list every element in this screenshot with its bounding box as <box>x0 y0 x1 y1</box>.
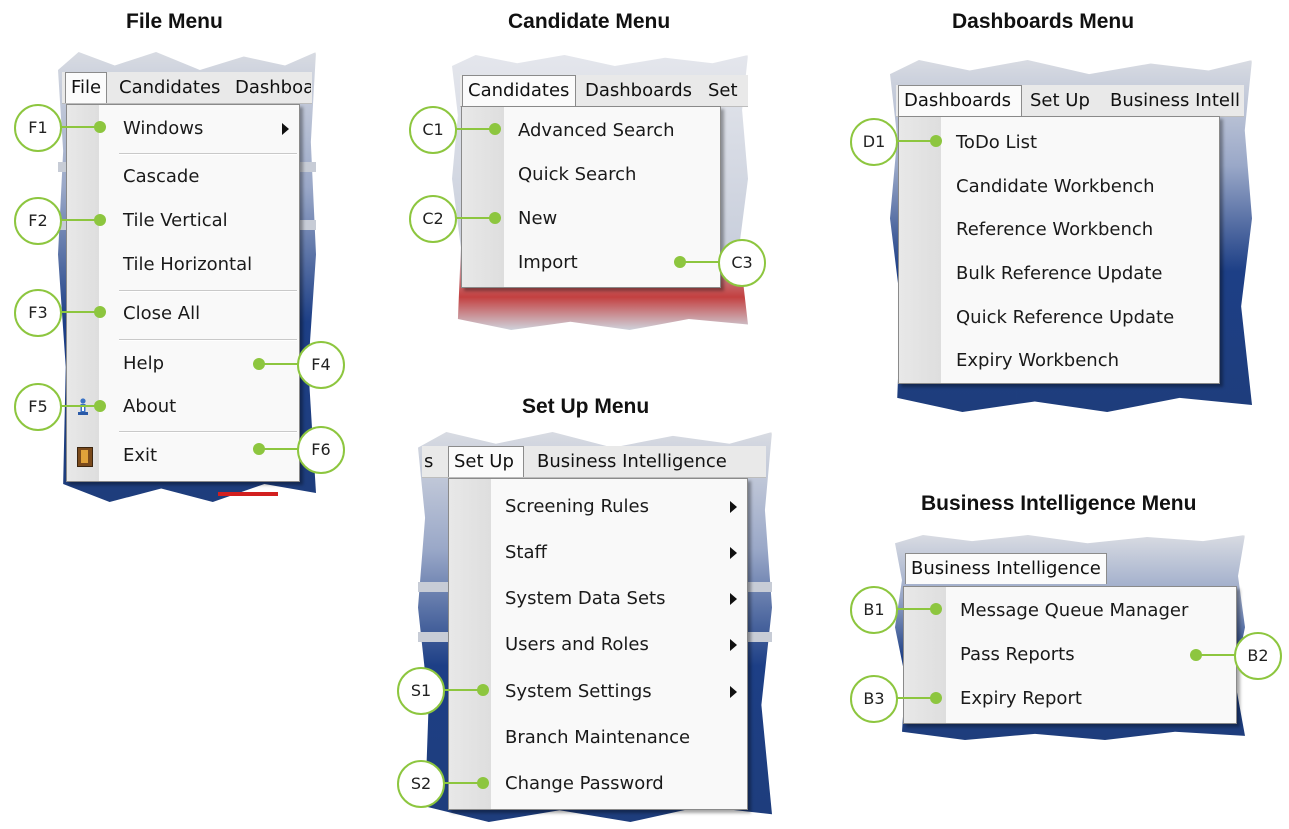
menu-item-label: System Data Sets <box>505 588 666 609</box>
menu-bar: Candidates Dashboards Set <box>460 75 748 107</box>
menu-candidates[interactable]: Candidates <box>462 75 576 106</box>
menu-item-label: Close All <box>123 303 201 324</box>
menu-item-todo-list[interactable]: ToDo List <box>899 121 1219 165</box>
file-dropdown: Windows Cascade Tile Vertical Tile Horiz… <box>66 104 300 482</box>
menu-item-system-settings[interactable]: System Settings <box>449 670 747 714</box>
menu-item-advanced-search[interactable]: Advanced Search <box>462 109 720 153</box>
dashboards-menu-heading: Dashboards Menu <box>952 10 1135 33</box>
separator <box>119 290 297 292</box>
menu-item-label: Help <box>123 353 165 374</box>
menu-item-label: Screening Rules <box>505 496 649 517</box>
menu-item-bulk-reference-update[interactable]: Bulk Reference Update <box>899 252 1219 296</box>
menu-item-staff[interactable]: Staff <box>449 531 747 575</box>
menu-bar: File Candidates Dashboa <box>62 72 312 104</box>
candidate-menu-heading: Candidate Menu <box>508 10 671 33</box>
exit-door-icon <box>77 447 93 467</box>
menu-item-reference-workbench[interactable]: Reference Workbench <box>899 208 1219 252</box>
menu-item-label: Change Password <box>505 773 664 794</box>
menu-item-label: Expiry Report <box>960 688 1082 709</box>
dashboards-dropdown: ToDo List Candidate Workbench Reference … <box>898 116 1220 384</box>
menu-item-label: Tile Vertical <box>123 210 228 231</box>
submenu-arrow-icon <box>730 547 737 559</box>
menu-bar: Business Intelligence <box>903 553 1237 584</box>
menu-setup[interactable]: Set <box>708 75 748 106</box>
menu-dashboards[interactable]: Dashboa <box>235 72 311 103</box>
menu-item-label: Import <box>518 252 578 273</box>
menu-item-label: Quick Search <box>518 164 637 185</box>
menu-item-exit[interactable]: Exit <box>67 434 299 478</box>
menu-bar: s Set Up Business Intelligence <box>422 446 766 478</box>
menu-file[interactable]: File <box>65 72 107 103</box>
menu-item-expiry-workbench[interactable]: Expiry Workbench <box>899 339 1219 383</box>
menu-item-label: Windows <box>123 118 204 139</box>
menu-item-label: Pass Reports <box>960 644 1075 665</box>
menu-item-change-password[interactable]: Change Password <box>449 762 747 806</box>
menu-item-label: Quick Reference Update <box>956 307 1175 328</box>
menu-item-label: System Settings <box>505 681 652 702</box>
setup-dropdown: Screening Rules Staff System Data Sets U… <box>448 478 748 810</box>
menu-setup[interactable]: Set Up <box>448 446 524 477</box>
menu-business-intelligence[interactable]: Business Intelligence <box>905 553 1107 584</box>
menu-item-branch-maintenance[interactable]: Branch Maintenance <box>449 716 747 760</box>
submenu-arrow-icon <box>730 501 737 513</box>
menu-item-label: Expiry Workbench <box>956 350 1120 371</box>
menu-item-label: New <box>518 208 558 229</box>
menu-item-label: Staff <box>505 542 547 563</box>
menu-item-label: Exit <box>123 445 158 466</box>
menu-item-label: Bulk Reference Update <box>956 263 1163 284</box>
bi-menu-heading: Business Intelligence Menu <box>921 492 1197 515</box>
menu-business-intelligence[interactable]: Business Intelligence <box>537 446 757 477</box>
separator <box>119 431 297 433</box>
menu-business-intelligence[interactable]: Business Intelli <box>1110 85 1240 116</box>
submenu-arrow-icon <box>730 686 737 698</box>
menu-item-pass-reports[interactable]: Pass Reports <box>904 633 1236 677</box>
menu-item-label: Message Queue Manager <box>960 600 1189 621</box>
menu-item-tile-horizontal[interactable]: Tile Horizontal <box>67 243 299 287</box>
menu-bar: Dashboards Set Up Business Intelli <box>896 85 1244 117</box>
menu-item-label: Tile Horizontal <box>123 254 253 275</box>
menu-item-label: Advanced Search <box>518 120 675 141</box>
menu-item-expiry-report[interactable]: Expiry Report <box>904 677 1236 721</box>
menu-item-screening-rules[interactable]: Screening Rules <box>449 485 747 529</box>
menu-candidates[interactable]: s <box>424 446 442 477</box>
menu-item-users-and-roles[interactable]: Users and Roles <box>449 623 747 667</box>
menu-candidates[interactable]: Candidates <box>119 72 229 103</box>
menu-item-label: ToDo List <box>956 132 1038 153</box>
menu-dashboards[interactable]: Dashboards <box>585 75 695 106</box>
menu-item-label: Cascade <box>123 166 200 187</box>
file-menu-heading: File Menu <box>126 10 223 33</box>
menu-setup[interactable]: Set Up <box>1030 85 1100 116</box>
menu-item-system-data-sets[interactable]: System Data Sets <box>449 577 747 621</box>
setup-menu-heading: Set Up Menu <box>522 395 650 418</box>
submenu-arrow-icon <box>730 639 737 651</box>
menu-item-label: Users and Roles <box>505 634 649 655</box>
menu-item-quick-search[interactable]: Quick Search <box>462 153 720 197</box>
menu-item-label: Candidate Workbench <box>956 176 1155 197</box>
menu-item-cascade[interactable]: Cascade <box>67 155 299 199</box>
separator <box>119 153 297 155</box>
separator <box>119 339 297 341</box>
submenu-arrow-icon <box>730 593 737 605</box>
menu-item-quick-reference-update[interactable]: Quick Reference Update <box>899 296 1219 340</box>
menu-item-label: Branch Maintenance <box>505 727 691 748</box>
submenu-arrow-icon <box>282 123 289 135</box>
about-icon <box>78 398 88 415</box>
menu-item-candidate-workbench[interactable]: Candidate Workbench <box>899 165 1219 209</box>
menu-dashboards[interactable]: Dashboards <box>898 85 1022 116</box>
bi-dropdown: Message Queue Manager Pass Reports Expir… <box>903 586 1237 724</box>
menu-item-label: About <box>123 396 177 417</box>
menu-item-message-queue-manager[interactable]: Message Queue Manager <box>904 589 1236 633</box>
menu-item-label: Reference Workbench <box>956 219 1154 240</box>
